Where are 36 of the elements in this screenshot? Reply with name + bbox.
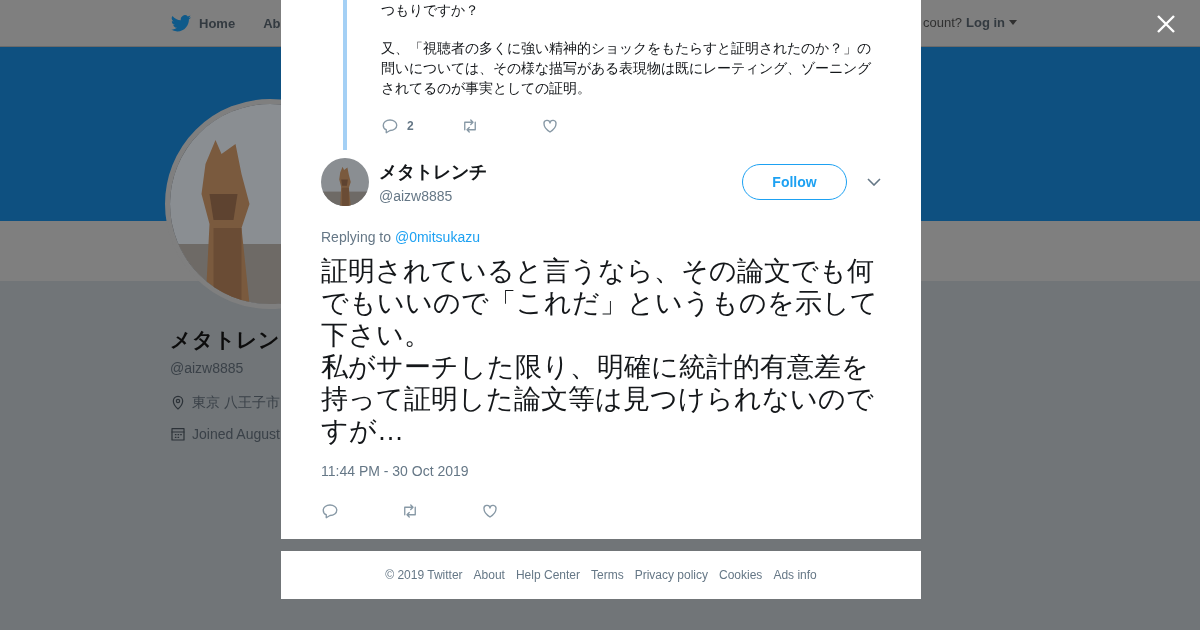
- footer-link[interactable]: Ads info: [773, 568, 817, 582]
- reply-icon: [381, 117, 399, 135]
- caret-icon[interactable]: [1009, 20, 1018, 25]
- home-link[interactable]: Home: [199, 15, 236, 31]
- account-prompt: count?: [923, 15, 963, 30]
- bird-logo-icon: [171, 14, 191, 32]
- replying-to-text: Replying to @0mitsukazu: [321, 229, 481, 245]
- tweet-text: 又、「視聴者の多くに強い精神的ショックをもたらすと証明されたのか？」の問いについては、その様な描写がある表現物は既にレーティング、ゾーニングされてるのが事実としての証明。: [381, 39, 872, 98]
- footer-link[interactable]: Terms: [591, 568, 624, 582]
- chevron-down-icon[interactable]: [867, 178, 881, 186]
- follow-button[interactable]: Follow: [742, 164, 847, 200]
- tweet-text: 私がサーチした限り、明確に統計的有意差を持って証明した論文等は見つけられないのですが…: [321, 351, 875, 447]
- user-name: メタトレンチ: [379, 161, 488, 184]
- footer-link[interactable]: About: [473, 568, 505, 582]
- profile-handle: @aizw8885: [170, 360, 245, 376]
- reply-button[interactable]: 2: [381, 117, 461, 135]
- nav-link[interactable]: Ab: [263, 15, 281, 31]
- footer-link[interactable]: Privacy policy: [634, 568, 708, 582]
- footer-link[interactable]: Cookies: [719, 568, 763, 582]
- heart-icon: [541, 117, 559, 135]
- login-link[interactable]: Log in: [966, 15, 1006, 30]
- reply-icon: [321, 502, 339, 520]
- tweet-timestamp: 11:44 PM - 30 Oct 2019: [321, 463, 470, 479]
- profile-joined: Joined August: [192, 426, 280, 442]
- location-pin-icon: [170, 395, 186, 411]
- tweet-text: つもりですか？: [381, 1, 480, 20]
- tweet-text: 証明されていると言うなら、その論文でも何でもいいので「これだ」というものを示して下さい。: [321, 255, 879, 351]
- mention-link[interactable]: @0mitsukazu: [394, 229, 480, 245]
- retweet-icon: [401, 502, 419, 520]
- profile-name: メタトレン: [170, 327, 280, 353]
- footer-link[interactable]: © 2019 Twitter: [385, 568, 463, 582]
- footer-link[interactable]: Help Center: [515, 568, 580, 582]
- user-handle: @aizw8885: [379, 188, 454, 204]
- calendar-icon: [170, 426, 186, 442]
- heart-icon: [481, 502, 499, 520]
- retweet-icon: [461, 117, 479, 135]
